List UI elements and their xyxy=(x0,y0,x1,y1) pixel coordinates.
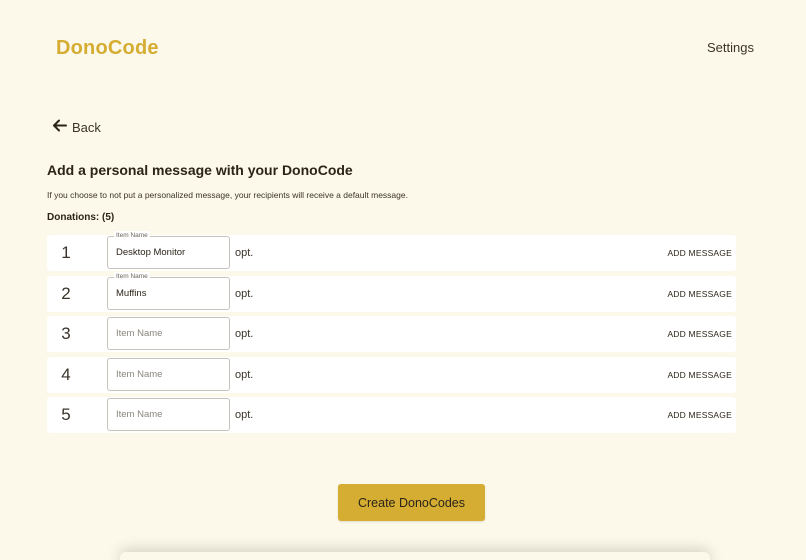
back-label: Back xyxy=(72,120,101,135)
add-message-button[interactable]: ADD MESSAGE xyxy=(667,410,732,420)
item-name-field[interactable] xyxy=(107,398,230,431)
page-subtext: If you choose to not put a personalized … xyxy=(47,190,408,200)
add-message-button[interactable]: ADD MESSAGE xyxy=(667,329,732,339)
donation-row: 1 Item Name opt. ADD MESSAGE xyxy=(47,231,736,271)
row-number: 4 xyxy=(61,364,71,384)
item-name-input[interactable] xyxy=(116,277,226,309)
optional-label: opt. xyxy=(235,368,254,381)
donation-row: 5 opt. ADD MESSAGE xyxy=(47,397,736,433)
item-name-field[interactable] xyxy=(107,317,230,350)
item-name-input[interactable] xyxy=(116,399,226,430)
bottom-panel-edge xyxy=(120,552,710,560)
donation-row: 4 opt. ADD MESSAGE xyxy=(47,356,736,393)
optional-label: opt. xyxy=(235,287,254,300)
donation-row: 2 Item Name opt. ADD MESSAGE xyxy=(47,271,736,312)
item-name-field[interactable] xyxy=(107,357,230,391)
add-message-button[interactable]: ADD MESSAGE xyxy=(667,289,732,299)
row-number: 5 xyxy=(61,405,71,424)
page: DonoCode Settings Back Add a personal me… xyxy=(0,0,806,560)
row-number: 2 xyxy=(61,283,71,303)
optional-label: opt. xyxy=(235,409,254,421)
item-name-input[interactable] xyxy=(116,318,226,349)
settings-link[interactable]: Settings xyxy=(707,40,754,55)
create-donocodes-button[interactable]: Create DonoCodes xyxy=(338,484,485,521)
arrow-left-icon xyxy=(53,119,67,132)
row-number: 1 xyxy=(61,243,71,262)
page-title: Add a personal message with your DonoCod… xyxy=(47,162,353,178)
donation-row: 3 opt. ADD MESSAGE xyxy=(47,316,736,352)
add-message-button[interactable]: ADD MESSAGE xyxy=(667,370,732,380)
item-name-input[interactable] xyxy=(116,237,226,268)
back-button[interactable]: Back xyxy=(51,116,101,135)
donation-list: 1 Item Name opt. ADD MESSAGE 2 Item Name… xyxy=(47,231,736,438)
item-name-input[interactable] xyxy=(116,358,226,390)
logo[interactable]: DonoCode xyxy=(56,37,159,60)
donations-count: Donations: (5) xyxy=(47,212,115,223)
add-message-button[interactable]: ADD MESSAGE xyxy=(667,248,732,258)
optional-label: opt. xyxy=(235,328,254,340)
item-name-field[interactable]: Item Name xyxy=(107,231,230,269)
item-name-field[interactable]: Item Name xyxy=(107,271,230,310)
row-number: 3 xyxy=(61,324,71,343)
optional-label: opt. xyxy=(235,247,254,259)
